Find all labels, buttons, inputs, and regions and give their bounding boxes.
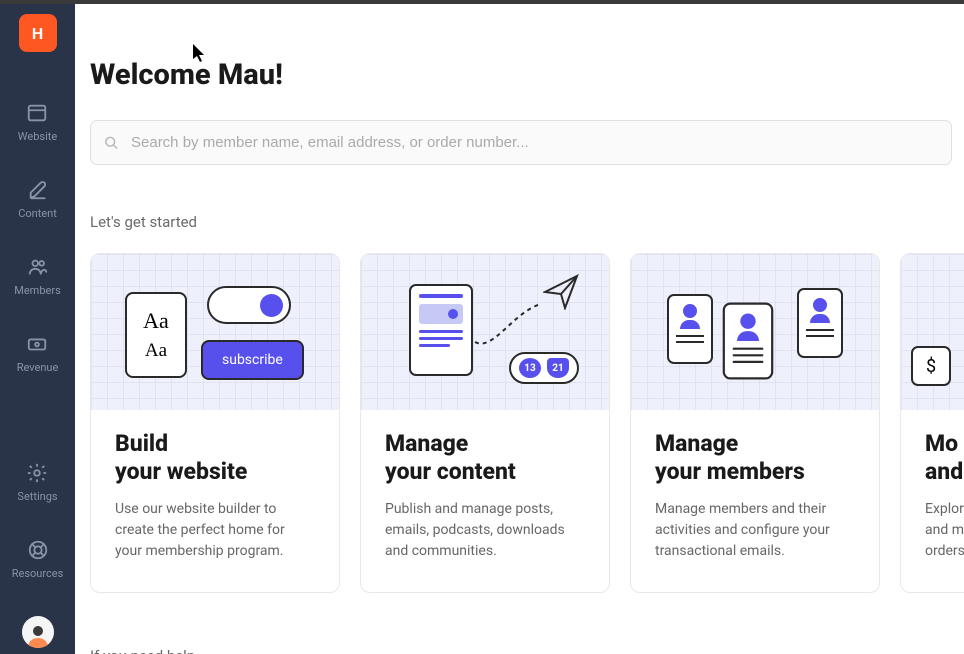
- window-icon: [26, 102, 48, 124]
- card-manage-members[interactable]: Manage your members Manage members and t…: [630, 253, 880, 593]
- pencil-icon: [27, 179, 49, 201]
- avatar-icon: [24, 620, 52, 648]
- card-title: Manage your content: [385, 430, 585, 485]
- path-dashes-icon: [473, 302, 543, 352]
- nav-website[interactable]: Website: [18, 102, 57, 143]
- card-title: Manage your members: [655, 430, 855, 485]
- onboarding-cards: Aa Aa subscribe Build your website Use o…: [90, 253, 964, 593]
- toggle-icon: [207, 286, 291, 324]
- card-description: Manage members and their activities and …: [655, 499, 855, 562]
- user-avatar[interactable]: [22, 616, 54, 648]
- card-revenue-partial[interactable]: $ Mo and Explor and m orders: [900, 253, 964, 593]
- search-container: [90, 120, 952, 165]
- nav-label: Resources: [12, 567, 64, 580]
- member-card-icon: [667, 294, 713, 364]
- card-illustration: [631, 254, 879, 410]
- nav-settings[interactable]: Settings: [17, 462, 57, 503]
- card-description: Use our website builder to create the pe…: [115, 499, 315, 562]
- card-illustration: Aa Aa subscribe: [91, 254, 339, 410]
- card-build-website[interactable]: Aa Aa subscribe Build your website Use o…: [90, 253, 340, 593]
- subscribe-button-graphic: subscribe: [201, 340, 304, 380]
- nav-members[interactable]: Members: [14, 256, 61, 297]
- engagement-bubbles-icon: 13 21: [509, 352, 579, 384]
- card-illustration: 13 21: [361, 254, 609, 410]
- sidebar: H Website Content Members Revenue: [0, 4, 75, 654]
- document-icon: [409, 284, 473, 376]
- people-icon: [27, 256, 49, 278]
- card-manage-content[interactable]: 13 21 Manage your content Publish and ma…: [360, 253, 610, 593]
- nav-resources[interactable]: Resources: [12, 539, 64, 580]
- gear-icon: [26, 462, 48, 484]
- card-illustration: $: [901, 254, 964, 410]
- search-icon: [104, 135, 119, 150]
- get-started-label: Let's get started: [90, 213, 964, 231]
- nav-label: Members: [14, 284, 61, 297]
- page-title: Welcome Mau!: [90, 58, 964, 92]
- nav-label: Website: [18, 130, 57, 143]
- card-title: Mo and: [925, 430, 964, 485]
- paper-plane-icon: [543, 274, 579, 310]
- nav-label: Content: [18, 207, 57, 220]
- card-description: Publish and manage posts, emails, podcas…: [385, 499, 585, 562]
- card-title: Build your website: [115, 430, 315, 485]
- dollar-icon: $: [911, 346, 951, 386]
- app-logo[interactable]: H: [19, 14, 57, 52]
- nav-revenue[interactable]: Revenue: [17, 333, 59, 374]
- card-description: Explor and m orders: [925, 499, 964, 562]
- typography-icon: Aa Aa: [125, 292, 187, 378]
- nav-content[interactable]: Content: [18, 179, 57, 220]
- money-icon: [26, 333, 48, 355]
- nav-label: Revenue: [17, 361, 59, 374]
- member-card-icon: [723, 303, 774, 380]
- main-content: Welcome Mau! Let's get started Aa Aa sub…: [75, 4, 964, 654]
- search-input[interactable]: [90, 120, 952, 165]
- member-card-icon: [797, 288, 843, 358]
- nav-label: Settings: [17, 490, 57, 503]
- help-label: If you need help: [90, 647, 964, 654]
- lifebuoy-icon: [27, 539, 49, 561]
